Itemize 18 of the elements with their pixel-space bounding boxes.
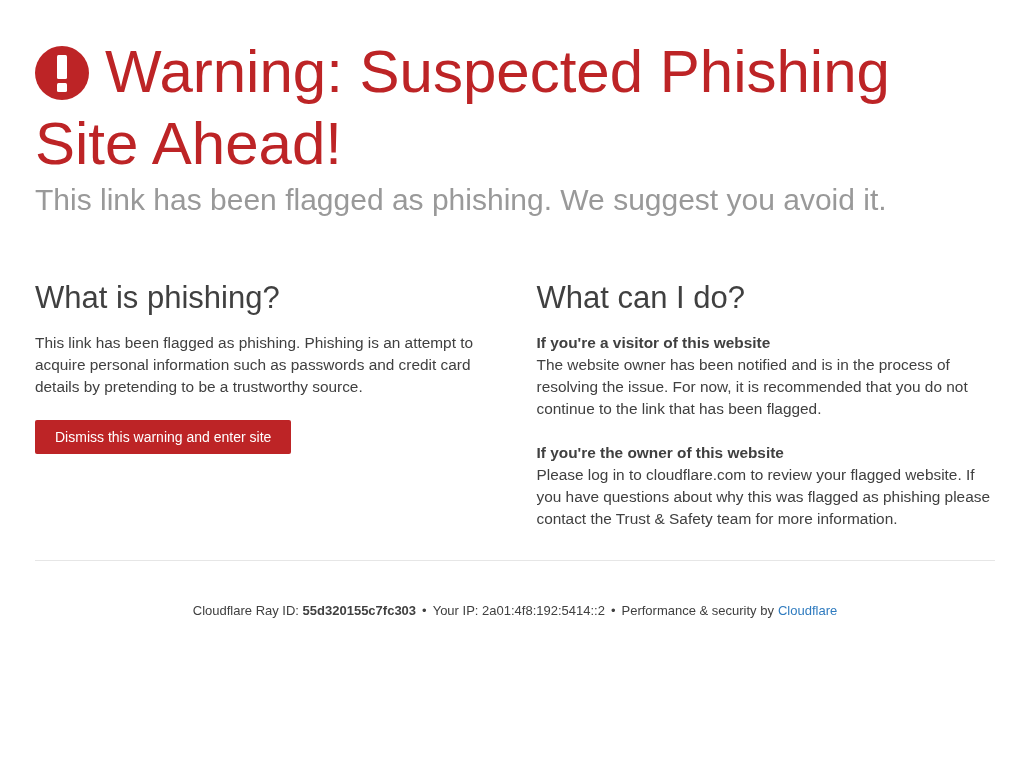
- bullet-separator: •: [610, 602, 616, 620]
- section-heading: What can I do?: [536, 280, 746, 316]
- bullet-separator: •: [422, 602, 427, 620]
- page-title: Warning: Suspected Phishing: [105, 38, 890, 105]
- exclamation-icon: [35, 46, 89, 100]
- subsection-title: If you're the owner of this website: [536, 443, 785, 463]
- section-heading: What is phishing?: [35, 280, 281, 316]
- paragraph: The website owner has been notified and is in the process of resolving the issue. For now, it is recommended that you do not continue to the link that has been flagged.: [536, 355, 969, 419]
- footer-text: Performance & security by: [621, 602, 774, 620]
- paragraph: Please log in to cloudflare.com to review your flagged website. If you have questions about why this was flagged as phishing please contact the Trust & Safety team for more information.: [536, 465, 991, 529]
- footer-text: Cloudflare Ray ID: 55d320155c7fc303: [192, 602, 417, 620]
- paragraph: This link has been flagged as phishing. Phishing is an attempt to acquire personal information such as passwords and credit card details by pretending to be a trustworthy source.: [35, 333, 475, 397]
- footer-text: Your IP: 2a01:4f8:192:5414::2: [432, 602, 605, 620]
- subsection-title: If you're a visitor of this website: [536, 333, 772, 353]
- footer-link[interactable]: Cloudflare: [777, 601, 838, 621]
- page-subtitle: This link has been flagged as phishing. We suggest you avoid it.: [35, 182, 888, 218]
- dismiss-button[interactable]: Dismiss this warning and enter site: [35, 420, 292, 454]
- page-title: Site Ahead!: [35, 110, 342, 177]
